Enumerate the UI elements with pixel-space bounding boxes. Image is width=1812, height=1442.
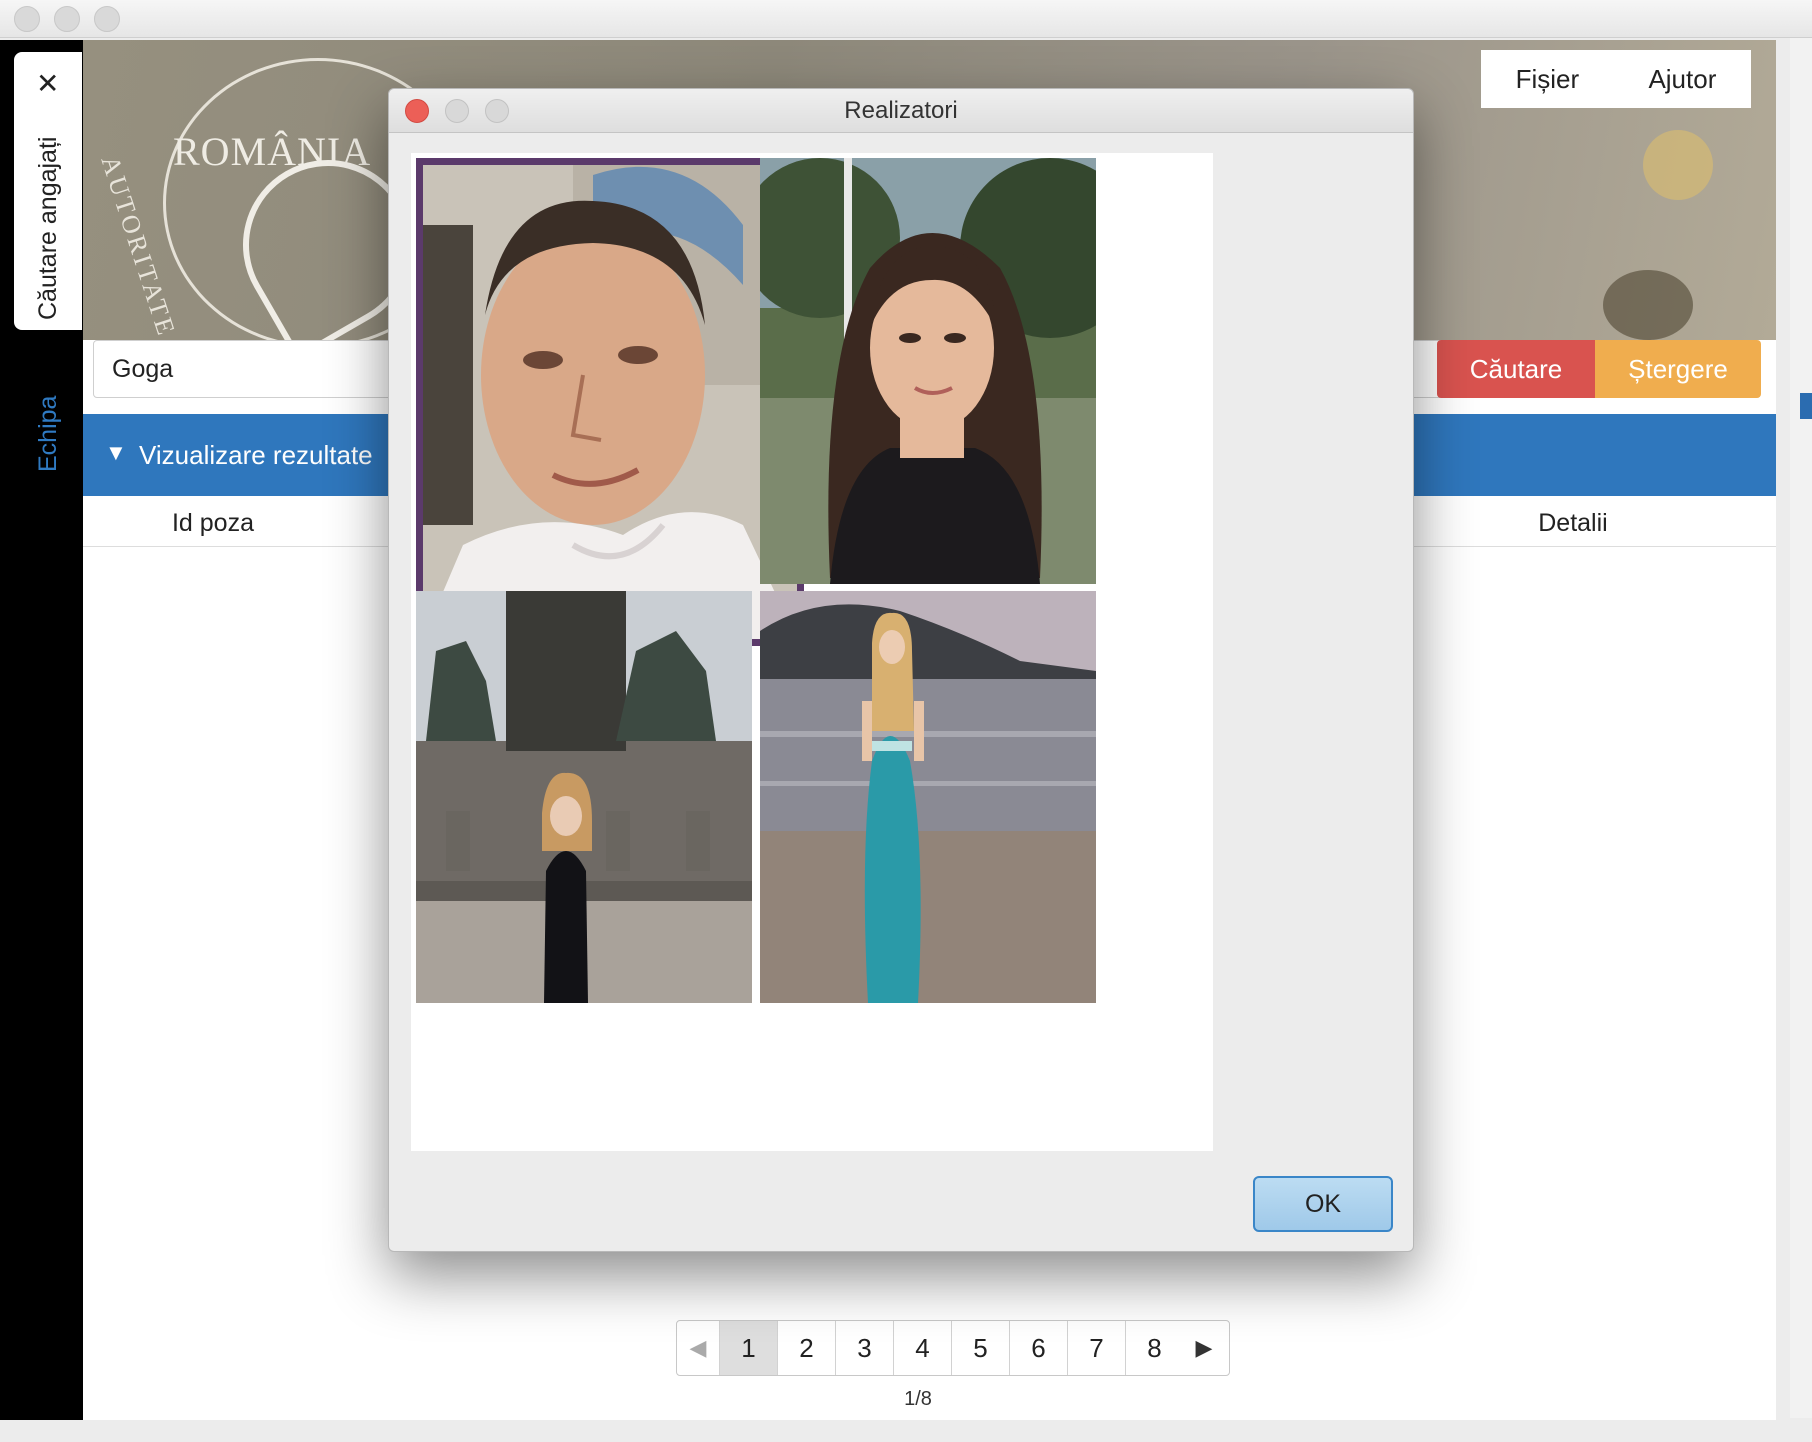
photo-woman-beach[interactable] — [760, 591, 1096, 1003]
tab-strip: ✕ Căutare angajați Echipa — [0, 40, 83, 1420]
arrow-right-icon[interactable]: ▶ — [1183, 1321, 1225, 1375]
arrow-left-icon[interactable]: ◀ — [677, 1321, 719, 1375]
page-button-5[interactable]: 5 — [951, 1321, 1009, 1375]
banner-decoration — [1643, 130, 1713, 200]
tab-label: Echipa — [34, 395, 62, 472]
page-button-2[interactable]: 2 — [777, 1321, 835, 1375]
dialog-close-button[interactable] — [405, 99, 429, 123]
triangle-down-icon: ▼ — [105, 440, 127, 465]
dialog-title: Realizatori — [844, 97, 958, 124]
tab-echipa[interactable]: Echipa — [14, 360, 82, 490]
search-button[interactable]: Căutare — [1437, 340, 1595, 398]
column-header-detalii[interactable]: Detalii — [1473, 500, 1673, 546]
tab-cautare-angajati[interactable]: ✕ Căutare angajați — [14, 52, 82, 330]
pagination: ◀ 1 2 3 4 5 6 7 8 ▶ — [676, 1320, 1230, 1376]
window-titlebar — [0, 0, 1812, 38]
photo-man-selfie[interactable] — [416, 158, 804, 646]
page-button-4[interactable]: 4 — [893, 1321, 951, 1375]
page-button-6[interactable]: 6 — [1009, 1321, 1067, 1375]
page-button-3[interactable]: 3 — [835, 1321, 893, 1375]
close-icon[interactable]: ✕ — [36, 70, 59, 98]
column-header-id-poza[interactable]: Id poza — [83, 500, 343, 546]
page-counter: 1/8 — [904, 1388, 932, 1410]
realizatori-dialog: Realizatori OK — [388, 88, 1414, 1252]
window-zoom-button[interactable] — [94, 6, 120, 32]
dialog-zoom-button[interactable] — [485, 99, 509, 123]
window-minimize-button[interactable] — [54, 6, 80, 32]
results-title: Vizualizare rezultate — [139, 440, 373, 470]
photo-woman-monument[interactable] — [416, 591, 752, 1003]
background-window-edge — [1790, 38, 1812, 1442]
page-button-8[interactable]: 8 — [1125, 1321, 1183, 1375]
dialog-minimize-button[interactable] — [445, 99, 469, 123]
menu-fisier[interactable]: Fișier — [1516, 64, 1580, 95]
clear-button[interactable]: Ștergere — [1595, 340, 1761, 398]
window-close-button[interactable] — [14, 6, 40, 32]
photo-gallery — [411, 153, 1213, 1151]
page-button-1[interactable]: 1 — [719, 1321, 777, 1375]
ok-button[interactable]: OK — [1253, 1176, 1393, 1232]
menu-ajutor[interactable]: Ajutor — [1648, 64, 1716, 95]
tab-label: Căutare angajați — [34, 136, 62, 320]
photo-woman-park[interactable] — [760, 158, 1096, 584]
menu-bar: Fișier Ajutor — [1481, 50, 1751, 108]
window-bottom-edge — [0, 1418, 1812, 1442]
banner-decoration — [1603, 270, 1693, 340]
dialog-titlebar: Realizatori — [389, 89, 1413, 133]
page-button-7[interactable]: 7 — [1067, 1321, 1125, 1375]
